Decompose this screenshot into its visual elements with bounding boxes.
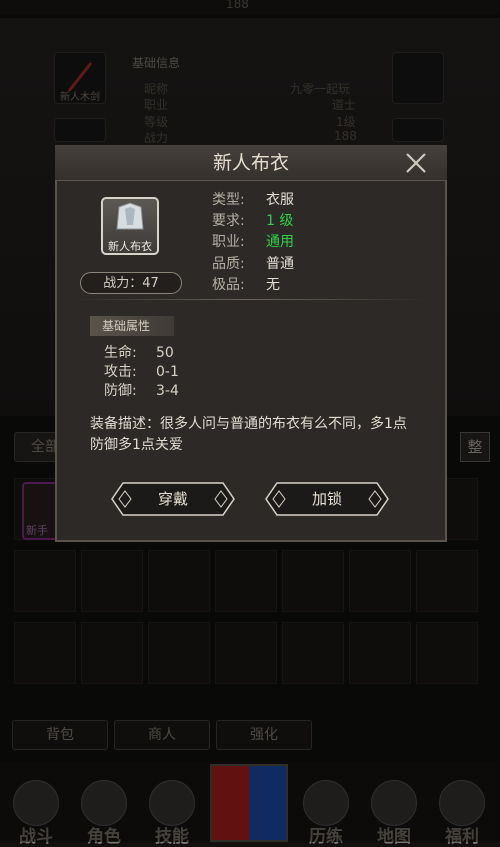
stat-hp: 生命: 50 <box>104 345 174 361</box>
close-icon[interactable] <box>402 149 430 177</box>
prop-quality: 品质: 普通 <box>212 256 294 272</box>
power-badge: 战力：47 <box>80 272 182 294</box>
prop-type: 类型: 衣服 <box>212 192 294 208</box>
lock-button-label: 加锁 <box>311 490 342 508</box>
prop-excellence: 极品: 无 <box>212 277 280 293</box>
prop-requirement: 要求: 1 级 <box>212 213 294 229</box>
item-description: 装备描述：很多人问与普通的布衣有么不同，多1点防御多1点关爱 <box>90 416 407 453</box>
equip-button-label: 穿戴 <box>157 490 188 508</box>
cloth-armor-icon <box>116 202 144 230</box>
prop-class: 职业: 通用 <box>212 234 294 250</box>
modal-title: 新人布衣 <box>212 152 289 174</box>
divider <box>72 299 428 300</box>
stat-defense: 防御: 3-4 <box>104 383 179 399</box>
attributes-heading: 基础属性 <box>90 316 174 336</box>
stat-attack: 攻击: 0-1 <box>104 364 179 380</box>
item-icon-label: 新人布衣 <box>108 240 152 253</box>
